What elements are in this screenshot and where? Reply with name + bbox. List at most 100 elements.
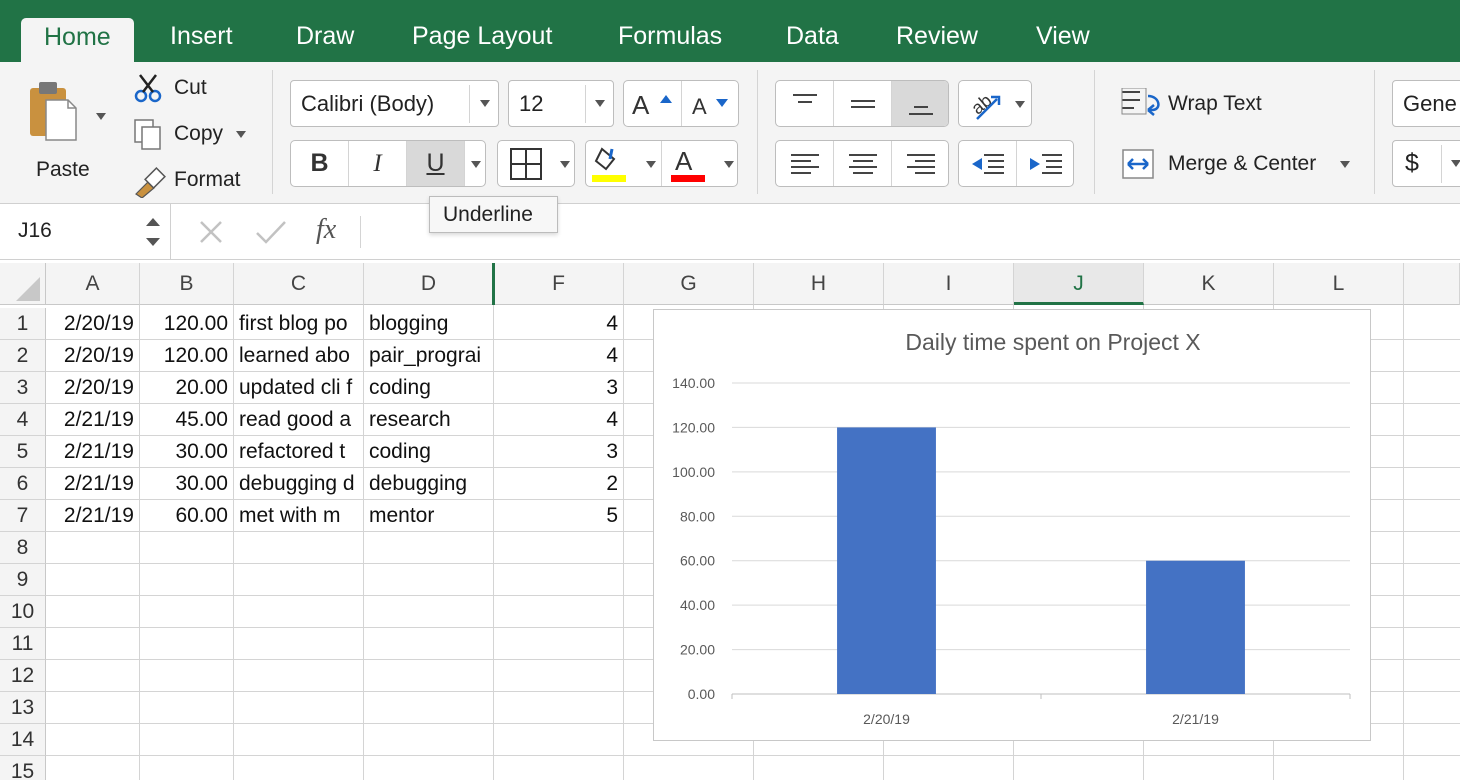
column-header-f[interactable]: F bbox=[494, 263, 624, 305]
align-left-button[interactable] bbox=[776, 141, 834, 186]
underline-dropdown[interactable] bbox=[465, 141, 485, 186]
cell-f6[interactable]: 2 bbox=[494, 468, 623, 500]
cell-b7[interactable]: 60.00 bbox=[140, 500, 233, 532]
bold-button[interactable]: B bbox=[291, 141, 349, 186]
cell-b3[interactable]: 20.00 bbox=[140, 372, 233, 404]
cell-a1[interactable]: 2/20/19 bbox=[46, 308, 139, 340]
cell-b1[interactable]: 120.00 bbox=[140, 308, 233, 340]
cell-f3[interactable]: 3 bbox=[494, 372, 623, 404]
decrease-font-size-button[interactable]: A bbox=[682, 81, 738, 126]
row-header-1[interactable]: 1 bbox=[0, 308, 46, 340]
cell-d6[interactable]: debugging bbox=[364, 468, 493, 500]
row-header-8[interactable]: 8 bbox=[0, 532, 46, 564]
column-header-l[interactable]: L bbox=[1274, 263, 1404, 305]
insert-function-button[interactable]: fx bbox=[316, 214, 336, 246]
cell-d1[interactable]: blogging bbox=[364, 308, 493, 340]
row-header-5[interactable]: 5 bbox=[0, 436, 46, 468]
cell-a4[interactable]: 2/21/19 bbox=[46, 404, 139, 436]
tab-review[interactable]: Review bbox=[896, 22, 978, 51]
cell-f5[interactable]: 3 bbox=[494, 436, 623, 468]
column-header-g[interactable]: G bbox=[624, 263, 754, 305]
row-header-4[interactable]: 4 bbox=[0, 404, 46, 436]
enter-icon[interactable] bbox=[254, 217, 288, 247]
cell-c1[interactable]: first blog po bbox=[234, 308, 363, 340]
cell-c7[interactable]: met with m bbox=[234, 500, 363, 532]
cell-d4[interactable]: research bbox=[364, 404, 493, 436]
column-header-b[interactable]: B bbox=[140, 263, 234, 305]
row-header-11[interactable]: 11 bbox=[0, 628, 46, 660]
font-name-select[interactable]: Calibri (Body) bbox=[290, 80, 499, 127]
tab-insert[interactable]: Insert bbox=[170, 22, 233, 51]
tab-draw[interactable]: Draw bbox=[296, 22, 354, 51]
tab-data[interactable]: Data bbox=[786, 22, 839, 51]
cell-f1[interactable]: 4 bbox=[494, 308, 623, 340]
cell-b5[interactable]: 30.00 bbox=[140, 436, 233, 468]
cell-b2[interactable]: 120.00 bbox=[140, 340, 233, 372]
cell-d3[interactable]: coding bbox=[364, 372, 493, 404]
align-middle-button[interactable] bbox=[834, 81, 892, 126]
cell-f4[interactable]: 4 bbox=[494, 404, 623, 436]
currency-format-button[interactable]: $ bbox=[1392, 140, 1460, 187]
column-header-k[interactable]: K bbox=[1144, 263, 1274, 305]
italic-button[interactable]: I bbox=[349, 141, 407, 186]
font-size-select[interactable]: 12 bbox=[508, 80, 614, 127]
select-all-button[interactable] bbox=[0, 263, 46, 305]
font-color-button[interactable]: A bbox=[662, 141, 737, 186]
row-header-13[interactable]: 13 bbox=[0, 692, 46, 724]
row-header-7[interactable]: 7 bbox=[0, 500, 46, 532]
paste-button[interactable]: Paste bbox=[18, 70, 110, 190]
row-header-12[interactable]: 12 bbox=[0, 660, 46, 692]
format-painter-button[interactable]: Format bbox=[130, 164, 250, 198]
name-box[interactable]: J16 bbox=[0, 204, 171, 260]
orientation-button[interactable]: ab bbox=[958, 80, 1032, 127]
column-header-d[interactable]: D bbox=[364, 263, 494, 305]
cell-a6[interactable]: 2/21/19 bbox=[46, 468, 139, 500]
column-header-a[interactable]: A bbox=[46, 263, 140, 305]
stepper-icon[interactable] bbox=[143, 212, 163, 252]
row-header-14[interactable]: 14 bbox=[0, 724, 46, 756]
decrease-indent-button[interactable] bbox=[959, 141, 1017, 186]
tab-home[interactable]: Home bbox=[21, 18, 134, 64]
cell-c6[interactable]: debugging d bbox=[234, 468, 363, 500]
copy-dropdown-icon[interactable] bbox=[236, 131, 246, 138]
copy-button[interactable]: Copy bbox=[130, 118, 250, 152]
tab-page-layout[interactable]: Page Layout bbox=[412, 22, 552, 51]
cut-button[interactable]: Cut bbox=[130, 72, 240, 106]
cell-c4[interactable]: read good a bbox=[234, 404, 363, 436]
paste-dropdown-icon[interactable] bbox=[96, 113, 106, 120]
column-header-c[interactable]: C bbox=[234, 263, 364, 305]
cell-a5[interactable]: 2/21/19 bbox=[46, 436, 139, 468]
cell-f2[interactable]: 4 bbox=[494, 340, 623, 372]
align-top-button[interactable] bbox=[776, 81, 834, 126]
row-header-9[interactable]: 9 bbox=[0, 564, 46, 596]
tab-formulas[interactable]: Formulas bbox=[618, 22, 722, 51]
row-header-10[interactable]: 10 bbox=[0, 596, 46, 628]
column-header-partial[interactable] bbox=[1404, 263, 1460, 305]
number-format-select[interactable]: Gene bbox=[1392, 80, 1460, 127]
cell-d2[interactable]: pair_prograi bbox=[364, 340, 493, 372]
cell-a7[interactable]: 2/21/19 bbox=[46, 500, 139, 532]
cell-c5[interactable]: refactored t bbox=[234, 436, 363, 468]
cell-d7[interactable]: mentor bbox=[364, 500, 493, 532]
fill-color-button[interactable] bbox=[586, 141, 662, 186]
row-header-15[interactable]: 15 bbox=[0, 756, 46, 780]
align-right-button[interactable] bbox=[892, 141, 948, 186]
column-header-j[interactable]: J bbox=[1014, 263, 1144, 305]
underline-button[interactable]: U bbox=[407, 141, 465, 186]
bar-chart[interactable]: Daily time spent on Project X 0.00 20.00 40… bbox=[653, 309, 1371, 741]
cell-b6[interactable]: 30.00 bbox=[140, 468, 233, 500]
increase-font-size-button[interactable]: A bbox=[624, 81, 682, 126]
cell-c3[interactable]: updated cli f bbox=[234, 372, 363, 404]
row-header-6[interactable]: 6 bbox=[0, 468, 46, 500]
cell-b4[interactable]: 45.00 bbox=[140, 404, 233, 436]
row-header-2[interactable]: 2 bbox=[0, 340, 46, 372]
wrap-text-button[interactable]: Wrap Text bbox=[1118, 84, 1278, 124]
merge-center-button[interactable]: Merge & Center bbox=[1118, 144, 1358, 184]
align-center-button[interactable] bbox=[834, 141, 892, 186]
column-header-i[interactable]: I bbox=[884, 263, 1014, 305]
cancel-icon[interactable] bbox=[196, 217, 226, 247]
borders-button[interactable] bbox=[497, 140, 575, 187]
align-bottom-button[interactable] bbox=[892, 81, 948, 126]
column-header-h[interactable]: H bbox=[754, 263, 884, 305]
cell-f7[interactable]: 5 bbox=[494, 500, 623, 532]
